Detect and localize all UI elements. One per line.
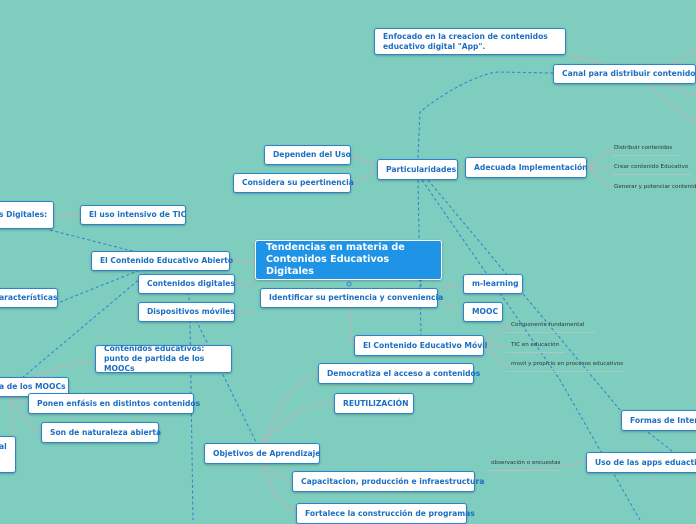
note-tic[interactable]: TIC en educación — [511, 342, 559, 348]
node-digitales-left[interactable]: s Digitales: — [0, 201, 54, 229]
node-al-left[interactable]: al — [0, 436, 16, 473]
node-democratiza[interactable]: Democratiza el acceso a contenidos — [318, 363, 480, 384]
note-underline — [505, 352, 565, 353]
node-enfocado[interactable]: Enfocado en la creacion de contenidos ed… — [374, 28, 566, 55]
node-uso-intensivo[interactable]: El uso intensivo de TIC — [80, 205, 186, 225]
node-movil[interactable]: El Contenido Educativo Móvil — [354, 335, 487, 356]
node-naturaleza[interactable]: Son de naturaleza abierta — [41, 422, 161, 443]
note-crear[interactable]: Crear contenido Educativo — [614, 164, 688, 170]
note-underline — [487, 470, 562, 471]
node-contenidos-educativos[interactable]: Contenidos educativos: punto de partida … — [95, 344, 232, 373]
node-identificar[interactable]: Identificar su pertinencia y convenienci… — [260, 288, 443, 308]
link-dashed — [195, 319, 258, 445]
node-objetivos[interactable]: Objetivos de Aprendizaje — [204, 443, 320, 464]
link-solid — [483, 326, 513, 346]
note-movil-propicio[interactable]: movil y propicio en procesos educativos — [511, 361, 623, 367]
node-mooc[interactable]: MOOC — [463, 302, 503, 322]
note-observacion[interactable]: observación o encuestas — [491, 460, 560, 466]
mindmap-canvas[interactable]: Enfocado en la creacion de contenidos ed… — [0, 0, 696, 524]
note-underline — [612, 174, 692, 175]
node-capacitacion[interactable]: Capacitacion, producción e infraestructu… — [292, 471, 484, 492]
note-underline — [505, 371, 625, 372]
node-fortalece[interactable]: Fortalece la construcción de programas — [296, 503, 475, 524]
node-dispositivos[interactable]: Dispositivos móviles — [138, 302, 235, 322]
note-generar[interactable]: Generar y potenciar contenido — [614, 184, 696, 190]
link-solid — [261, 461, 294, 482]
link-solid — [483, 344, 513, 367]
note-underline — [612, 155, 682, 156]
link-solid — [586, 166, 613, 170]
link-solid — [261, 461, 297, 513]
link-solid — [586, 166, 616, 190]
link-solid — [586, 150, 616, 168]
node-abierto[interactable]: El Contenido Educativo Abierto — [91, 251, 233, 271]
link-dashed — [417, 71, 554, 159]
node-mlearning[interactable]: m-learning — [463, 274, 523, 294]
node-particularidades[interactable]: Particularidades — [377, 159, 458, 180]
central-topic[interactable]: Tendencias en materia de Contenidos Educ… — [255, 240, 442, 280]
link-solid — [439, 283, 464, 291]
node-adecuada[interactable]: Adecuada Implementación — [465, 157, 588, 178]
link-dashed — [59, 269, 141, 303]
link-solid — [639, 79, 696, 126]
link-dashed — [49, 229, 141, 254]
note-distribuir[interactable]: Distribuir contenidos — [614, 145, 672, 151]
center-anchor — [346, 281, 352, 287]
node-caracteristicas[interactable]: aracterísticas — [0, 288, 58, 308]
node-dependen[interactable]: Dependen del Uso — [264, 145, 351, 165]
note-underline — [505, 332, 595, 333]
link-solid — [261, 402, 335, 446]
note-componente[interactable]: Componente fundamental — [511, 322, 584, 328]
node-canal[interactable]: Canal para distribuir contenidos — [553, 64, 696, 84]
link-solid — [439, 299, 464, 313]
node-contenidos-digitales[interactable]: Contenidos digitales — [138, 274, 235, 294]
link-solid — [483, 344, 509, 348]
node-formas[interactable]: Formas de Intera — [621, 410, 696, 431]
node-considera[interactable]: Considera su peertinencia — [233, 173, 354, 193]
node-uso-apps[interactable]: Uso de las apps eduactiva — [586, 452, 696, 473]
node-reutilizacion[interactable]: REUTILIZACIÓN — [334, 393, 414, 414]
link-solid — [261, 372, 319, 446]
node-ponen-enfasis[interactable]: Ponen enfásis en distintos contenidos — [28, 393, 200, 414]
